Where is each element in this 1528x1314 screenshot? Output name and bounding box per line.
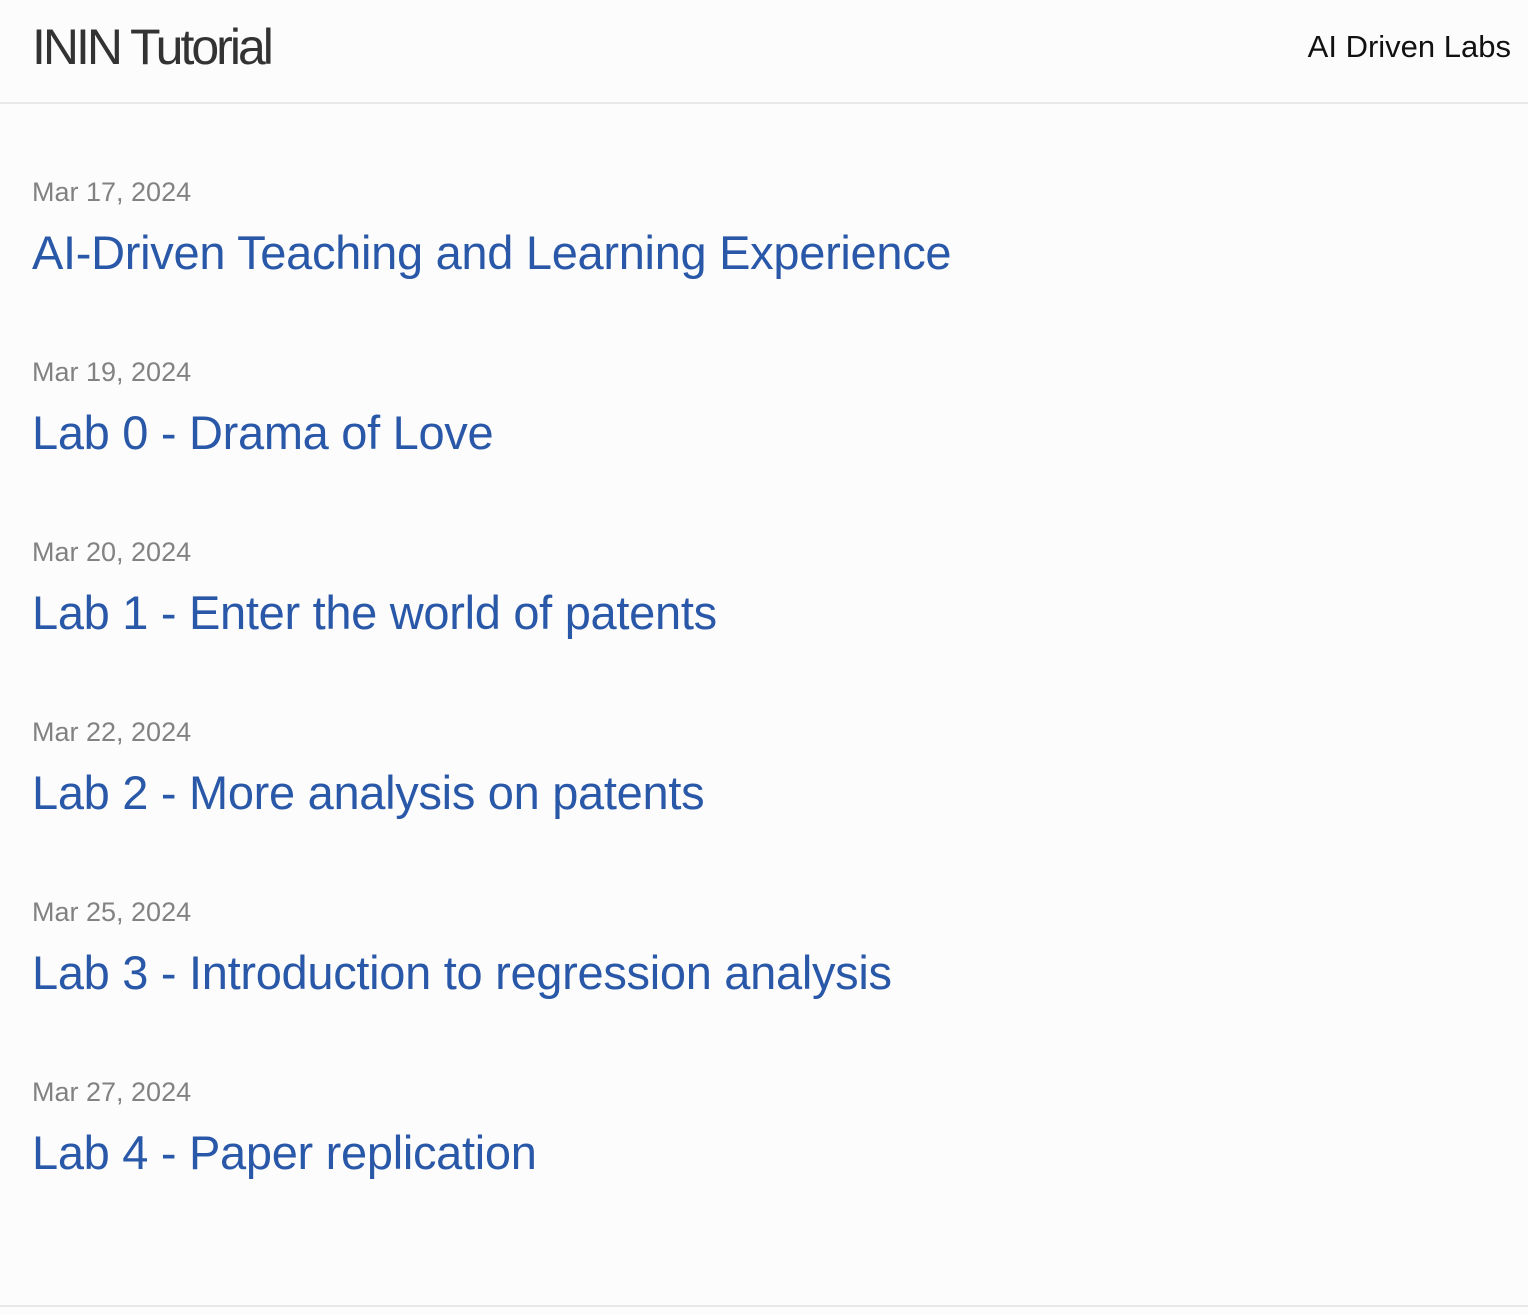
post-title-link[interactable]: Lab 1 - Enter the world of patents bbox=[32, 586, 717, 640]
nav-link-ai-driven-labs[interactable]: AI Driven Labs bbox=[1308, 29, 1511, 65]
site-header: ININ Tutorial AI Driven Labs bbox=[0, 0, 1528, 104]
post-date: Mar 22, 2024 bbox=[32, 717, 192, 747]
post-title-link[interactable]: Lab 0 - Drama of Love bbox=[32, 406, 494, 460]
footer-divider bbox=[0, 1305, 1528, 1307]
site-title-link[interactable]: ININ Tutorial bbox=[32, 18, 274, 76]
post-title-link[interactable]: Lab 4 - Paper replication bbox=[32, 1126, 537, 1180]
post-list-item: Mar 19, 2024 Lab 0 - Drama of Love bbox=[32, 356, 951, 536]
post-title-link[interactable]: AI-Driven Teaching and Learning Experien… bbox=[32, 226, 952, 280]
post-list-item: Mar 20, 2024 Lab 1 - Enter the world of … bbox=[32, 536, 951, 716]
post-list-item: Mar 17, 2024 AI-Driven Teaching and Lear… bbox=[32, 176, 952, 356]
post-list: Mar 17, 2024 AI-Driven Teaching and Lear… bbox=[32, 176, 952, 1256]
post-list-item: Mar 27, 2024 Lab 4 - Paper replication bbox=[32, 1076, 951, 1256]
post-list-item: Mar 22, 2024 Lab 2 - More analysis on pa… bbox=[32, 716, 951, 896]
post-title-link[interactable]: Lab 2 - More analysis on patents bbox=[32, 766, 705, 820]
post-date: Mar 27, 2024 bbox=[32, 1077, 192, 1107]
post-date: Mar 17, 2024 bbox=[32, 177, 192, 207]
post-title-link[interactable]: Lab 3 - Introduction to regression analy… bbox=[32, 946, 892, 1000]
post-list-item: Mar 25, 2024 Lab 3 - Introduction to reg… bbox=[32, 896, 951, 1076]
post-date: Mar 19, 2024 bbox=[32, 357, 192, 387]
post-date: Mar 25, 2024 bbox=[32, 897, 192, 927]
post-date: Mar 20, 2024 bbox=[32, 537, 192, 567]
